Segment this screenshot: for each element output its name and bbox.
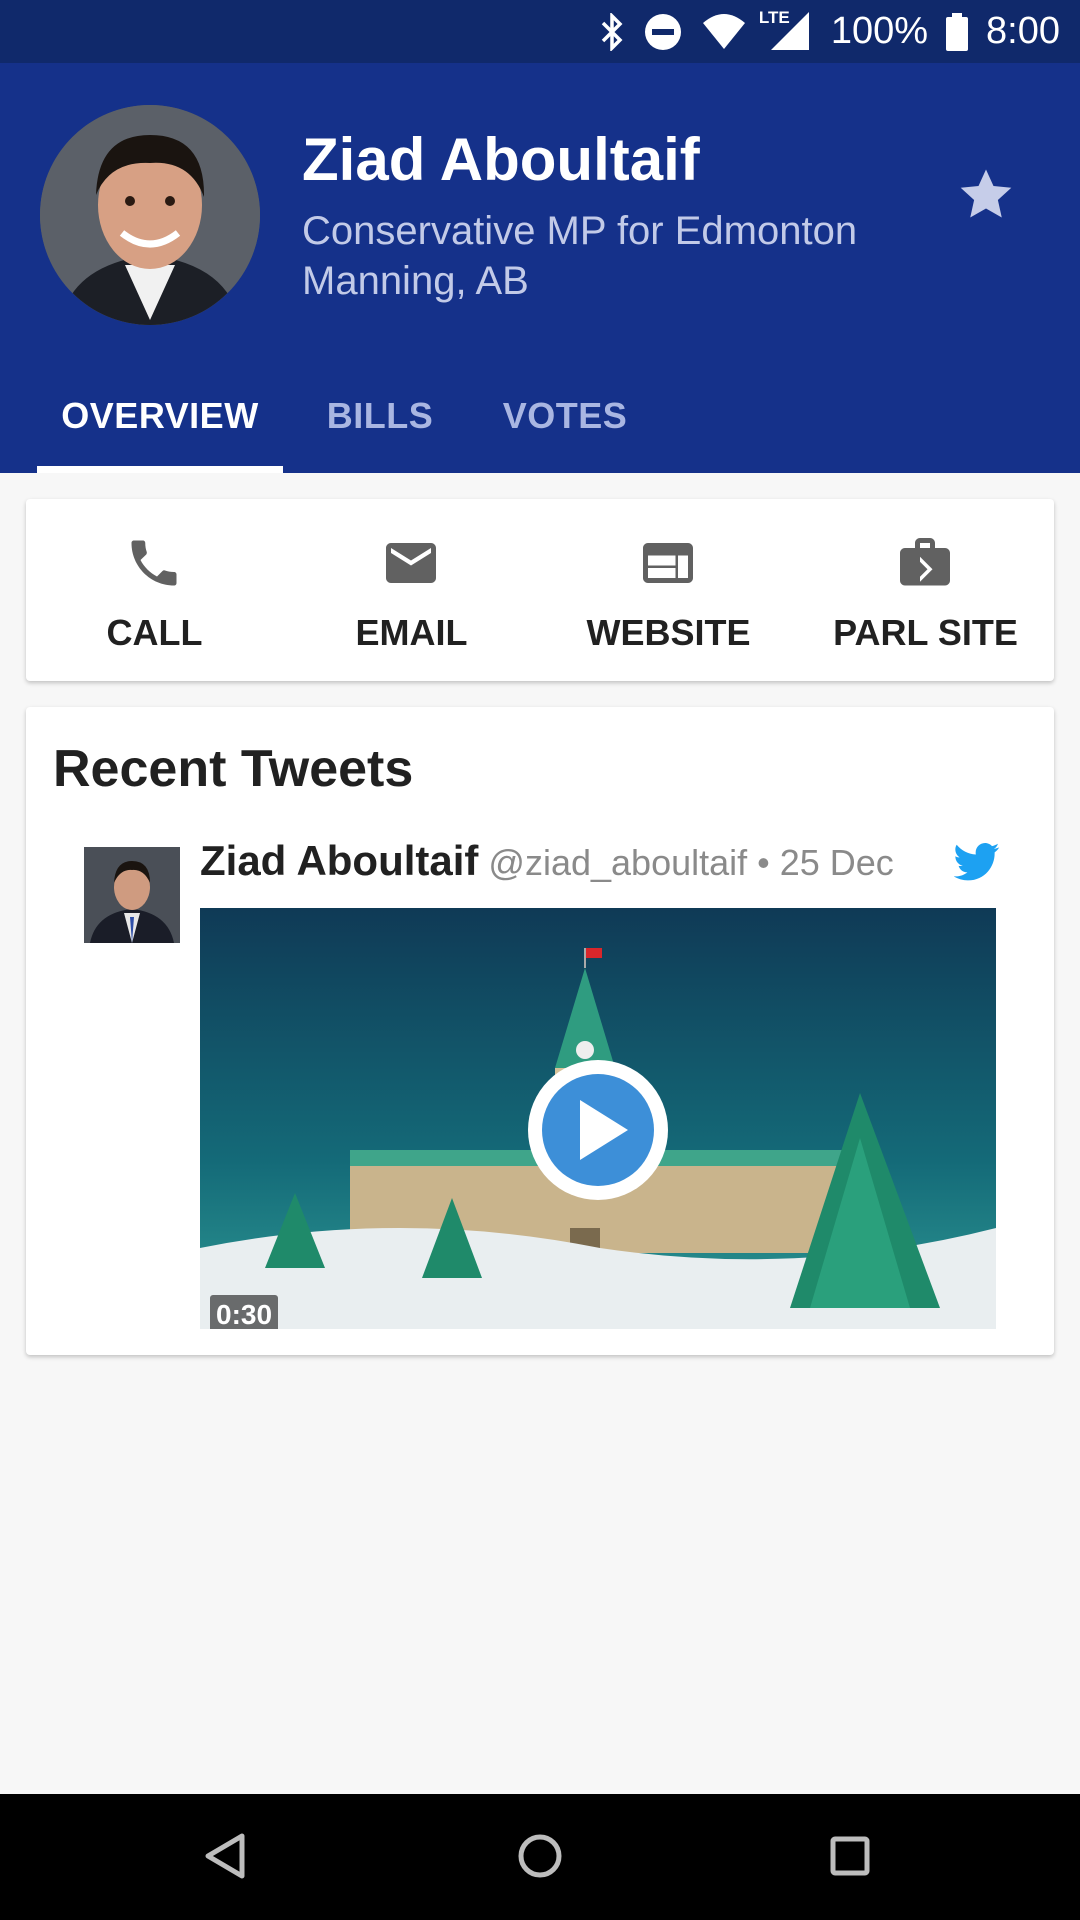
tweet-header: Ziad Aboultaif @ziad_aboultaif • 25 Dec (200, 837, 894, 885)
website-button[interactable]: WEBSITE (540, 499, 797, 681)
clock: 8:00 (986, 10, 1060, 52)
tab-votes[interactable]: VOTES (490, 363, 640, 468)
battery-percent: 100% (830, 10, 929, 52)
briefcase-icon (900, 538, 950, 586)
mail-icon (386, 543, 436, 583)
home-icon[interactable] (508, 1824, 572, 1888)
profile-avatar (40, 105, 260, 325)
recent-tweets-card: Recent Tweets Ziad Aboultaif @ziad_aboul… (26, 707, 1054, 1355)
do-not-disturb-icon (644, 13, 681, 50)
recents-icon[interactable] (818, 1824, 882, 1888)
tab-overview[interactable]: OVERVIEW (37, 363, 283, 468)
cell-signal-icon: LTE (759, 8, 813, 52)
back-icon[interactable] (196, 1824, 260, 1888)
phone-icon (131, 540, 177, 586)
web-icon (643, 543, 693, 583)
email-button[interactable]: EMAIL (283, 499, 540, 681)
network-type-label: LTE (758, 7, 790, 27)
system-navigation-bar (0, 1794, 1080, 1920)
tweet-video[interactable]: 0:30 (200, 908, 996, 1329)
star-icon[interactable] (955, 163, 1017, 225)
tweet-author-avatar[interactable] (84, 847, 180, 943)
active-tab-indicator (37, 466, 283, 473)
parl-site-label: PARL SITE (833, 612, 1018, 653)
email-label: EMAIL (355, 612, 468, 653)
tab-votes-label: VOTES (502, 394, 628, 436)
contact-actions-card: CALL EMAIL WEBSITE PARL SITE (26, 499, 1054, 681)
video-duration: 0:30 (210, 1295, 279, 1329)
parl-site-button[interactable]: PARL SITE (797, 499, 1054, 681)
battery-icon (946, 12, 969, 51)
call-button[interactable]: CALL (26, 499, 283, 681)
profile-header: Ziad Aboultaif Conservative MP for Edmon… (0, 63, 1080, 473)
wifi-icon (702, 13, 745, 49)
twitter-bird-icon[interactable] (954, 842, 1000, 882)
tab-bar: OVERVIEW BILLS VOTES (0, 363, 1080, 473)
recent-tweets-title: Recent Tweets (53, 740, 414, 798)
bluetooth-icon (601, 12, 623, 51)
tweet-author-name[interactable]: Ziad Aboultaif (200, 837, 478, 885)
tab-bills[interactable]: BILLS (310, 363, 450, 468)
website-label: WEBSITE (586, 612, 751, 653)
status-bar: LTE 100% 8:00 (0, 0, 1080, 63)
profile-name: Ziad Aboultaif (302, 126, 700, 193)
profile-subtitle: Conservative MP for Edmonton Manning, AB (302, 209, 858, 303)
tweet-date: • 25 Dec (757, 842, 894, 883)
tweet-author-handle[interactable]: @ziad_aboultaif (488, 842, 747, 884)
call-label: CALL (106, 612, 203, 653)
tab-overview-label: OVERVIEW (61, 394, 259, 436)
tab-bills-label: BILLS (326, 394, 434, 436)
